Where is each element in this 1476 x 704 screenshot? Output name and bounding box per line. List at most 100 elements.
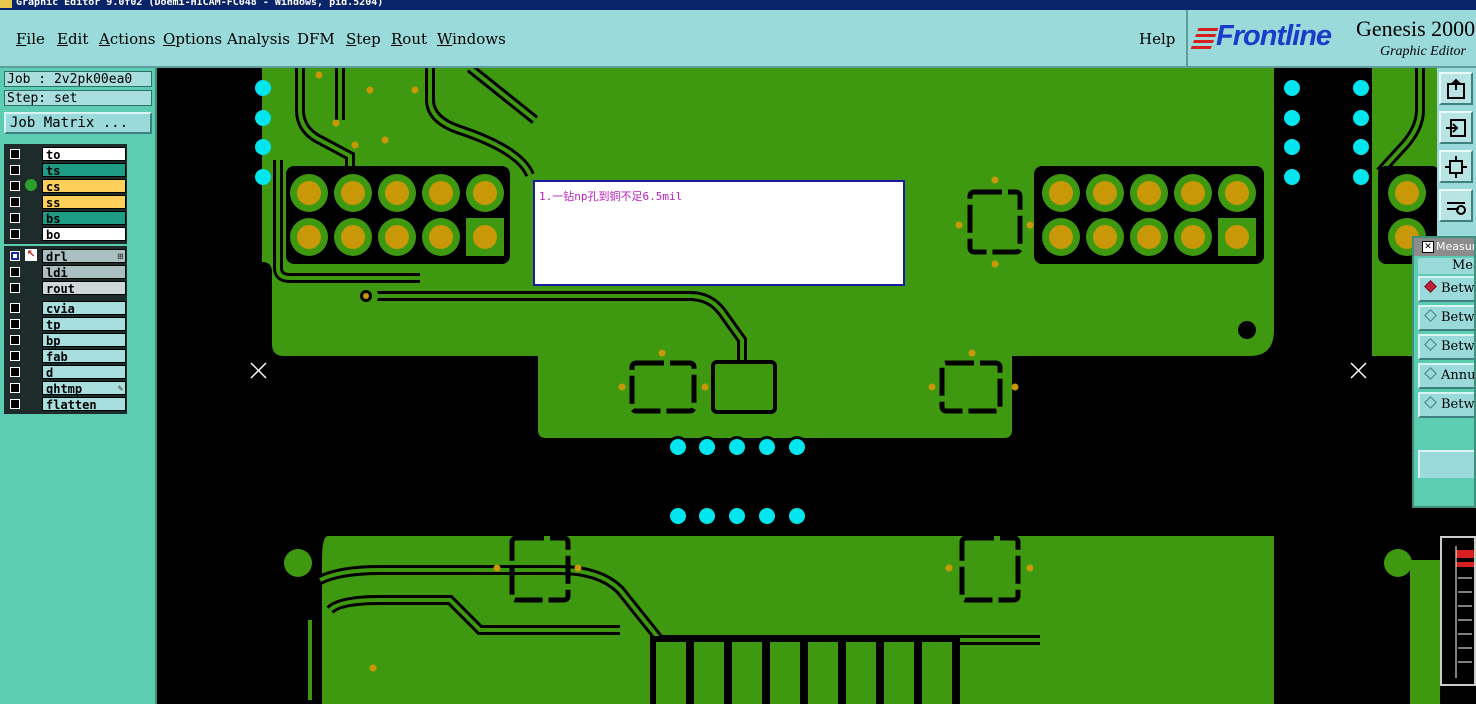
right-toolbar [1437, 68, 1476, 248]
via [759, 439, 775, 455]
menu-rout[interactable]: Rout [391, 30, 427, 48]
layer-row-bs[interactable]: bs [4, 210, 127, 226]
measure-action-button[interactable] [1418, 450, 1474, 478]
layer-name[interactable]: fab [42, 349, 126, 364]
connector-pad [1130, 218, 1168, 256]
drill-marker [1011, 383, 1019, 391]
layer-row-bp[interactable]: bp [4, 332, 127, 348]
drill-marker [366, 86, 374, 94]
measure-tool-button[interactable] [1439, 189, 1473, 222]
layer-row-ts[interactable]: ts [4, 162, 127, 178]
layer-name[interactable]: bo [42, 227, 126, 242]
layer-group-drill: ↖ drl ⊞ ldi rout [4, 246, 127, 298]
layer-row-fab[interactable]: fab [4, 348, 127, 364]
connector-pad [378, 174, 416, 212]
layer-row-flatten[interactable]: flatten [4, 396, 127, 412]
job-matrix-button[interactable]: Job Matrix ... [4, 112, 152, 134]
via [729, 439, 745, 455]
export-icon [1447, 78, 1465, 99]
layer-row-ldi[interactable]: ldi [4, 264, 127, 280]
menu-options[interactable]: Options [163, 30, 222, 48]
measure-option-5[interactable]: Betw [1418, 392, 1474, 418]
layer-name[interactable]: tp [42, 317, 126, 332]
measure-header: Mea [1418, 258, 1474, 274]
measure-option-2[interactable]: Betw [1418, 305, 1474, 331]
menu-file[interactable]: File [16, 30, 45, 48]
layer-row-ss[interactable]: ss [4, 194, 127, 210]
connector-pad [1388, 174, 1426, 212]
layer-name[interactable]: flatten [42, 397, 126, 412]
layer-checkbox[interactable] [10, 383, 20, 393]
job-name: Job : 2v2pk00ea0 [4, 71, 152, 87]
layer-row-tp[interactable]: tp [4, 316, 127, 332]
connector-pad [1086, 174, 1124, 212]
layer-name[interactable]: ghtmp ✎ [42, 381, 126, 396]
layer-name[interactable]: bs [42, 211, 126, 226]
layer-checkbox[interactable] [10, 267, 20, 277]
connector-pad [1174, 174, 1212, 212]
layer-row-rout[interactable]: rout [4, 280, 127, 296]
measure-option-4[interactable]: Annu [1418, 363, 1474, 389]
layer-row-cvia[interactable]: cvia [4, 300, 127, 316]
export-tool-button[interactable] [1439, 72, 1473, 105]
import-icon [1446, 118, 1466, 137]
layer-row-drl[interactable]: ↖ drl ⊞ [4, 248, 127, 264]
layer-checkbox[interactable] [10, 181, 20, 191]
menu-actions[interactable]: Actions [99, 30, 155, 48]
layer-row-ghtmp[interactable]: ghtmp ✎ [4, 380, 127, 396]
layer-checkbox[interactable] [10, 149, 20, 159]
graphic-canvas[interactable]: 1.一钻np孔到铜不足6.5mil [157, 68, 1440, 704]
menu-edit[interactable]: Edit [57, 30, 88, 48]
layer-checkbox[interactable] [10, 213, 20, 223]
layer-checkbox[interactable] [10, 399, 20, 409]
layer-row-cs[interactable]: cs [4, 178, 127, 194]
note-popup[interactable]: 1.一钻np孔到铜不足6.5mil [533, 180, 905, 286]
menu-analysis[interactable]: Analysis [227, 30, 290, 48]
step-name: Step: set [4, 90, 152, 106]
layer-checkbox[interactable] [10, 335, 20, 345]
layer-name[interactable]: cvia [42, 301, 126, 316]
layer-checkbox[interactable] [10, 319, 20, 329]
layer-checkbox[interactable] [10, 197, 20, 207]
menu-bar: File Edit Actions Options Analysis DFM S… [0, 10, 1188, 68]
drill-marker [968, 349, 976, 357]
layer-checkbox[interactable] [10, 229, 20, 239]
layer-name[interactable]: d [42, 365, 126, 380]
ruler-icon [1447, 201, 1466, 215]
measure-option-1[interactable]: Betw [1418, 276, 1474, 302]
layer-row-to[interactable]: to [4, 146, 127, 162]
drill-marker [658, 349, 666, 357]
layer-name[interactable]: to [42, 147, 126, 162]
zoom-fit-tool-button[interactable] [1439, 150, 1473, 183]
import-tool-button[interactable] [1439, 111, 1473, 144]
layer-name[interactable]: ldi [42, 265, 126, 280]
product-name: Genesis 2000 [1356, 16, 1476, 41]
layer-name[interactable]: rout [42, 281, 126, 296]
menu-dfm[interactable]: DFM [297, 30, 335, 48]
connector-pad [466, 218, 504, 256]
menu-help[interactable]: Help [1139, 30, 1175, 48]
connector-pad [1218, 218, 1256, 256]
layer-checkbox[interactable] [10, 165, 20, 175]
connector-pad [1042, 218, 1080, 256]
via [699, 508, 715, 524]
layer-checkbox[interactable] [10, 351, 20, 361]
layer-checkbox[interactable] [10, 283, 20, 293]
layer-name[interactable]: drl ⊞ [42, 249, 126, 264]
layer-name[interactable]: cs [42, 179, 126, 194]
frontline-logo-stripes [1189, 28, 1219, 52]
layer-row-d[interactable]: d [4, 364, 127, 380]
layer-row-bo[interactable]: bo [4, 226, 127, 242]
menu-step[interactable]: Step [346, 30, 381, 48]
connector-pad [466, 174, 504, 212]
connector-pad [290, 174, 328, 212]
layer-name[interactable]: bp [42, 333, 126, 348]
layer-checkbox[interactable] [10, 367, 20, 377]
layer-checkbox[interactable] [10, 303, 20, 313]
close-icon[interactable]: ✕ [1422, 241, 1434, 253]
layer-name[interactable]: ts [42, 163, 126, 178]
menu-windows[interactable]: Windows [437, 30, 506, 48]
layer-checkbox[interactable] [10, 251, 20, 261]
measure-option-3[interactable]: Betw [1418, 334, 1474, 360]
layer-name[interactable]: ss [42, 195, 126, 210]
